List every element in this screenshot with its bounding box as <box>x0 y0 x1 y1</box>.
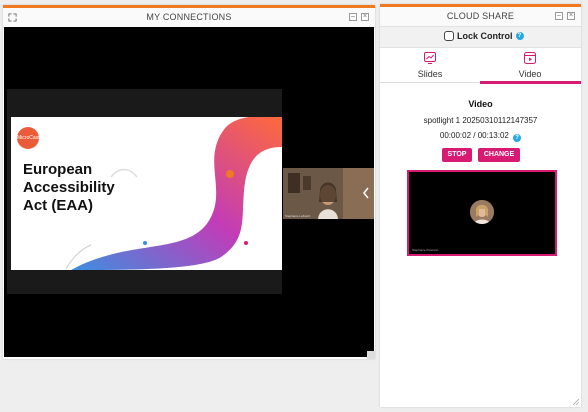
video-preview[interactable]: Stephanie Peterson <box>407 170 557 256</box>
lock-control-bar: Lock Control ? <box>380 27 581 48</box>
my-connections-window: MY CONNECTIONS – × MicroCast European Ac… <box>3 5 375 359</box>
video-heading: Video <box>468 99 493 109</box>
stop-button[interactable]: STOP <box>442 148 472 162</box>
tab-label: Slides <box>417 69 443 79</box>
slide-title: European Accessibility Act (EAA) <box>23 161 115 215</box>
video-play-icon <box>524 52 536 64</box>
tab-video[interactable]: Video <box>480 48 580 82</box>
window-title: CLOUD SHARE <box>446 11 515 21</box>
video-filename: spotlight 1 20250310112147357 <box>423 116 538 125</box>
my-connections-titlebar[interactable]: MY CONNECTIONS – × <box>3 8 375 28</box>
slides-chart-icon <box>424 52 436 64</box>
help-icon[interactable]: ? <box>513 134 522 142</box>
slide-title-line: Accessibility <box>23 179 115 196</box>
shared-slide: MicroCast European Accessibility Act (EA… <box>11 117 282 270</box>
preview-participant-name: Stephanie Peterson <box>412 248 439 252</box>
slide-title-line: Act (EAA) <box>23 197 93 214</box>
avatar <box>470 200 494 224</box>
cloud-share-titlebar[interactable]: CLOUD SHARE – × <box>380 7 581 27</box>
video-time: 00:00:02 / 00:13:02 ? <box>380 131 581 142</box>
help-icon[interactable]: ? <box>515 32 524 40</box>
lock-control-label: Lock Control <box>457 31 513 41</box>
minimize-button[interactable]: – <box>555 12 563 20</box>
change-button[interactable]: CHANGE <box>478 148 520 162</box>
resize-grip[interactable] <box>367 351 375 359</box>
participant-thumbnail[interactable]: Stephanie Leftwich <box>283 168 374 219</box>
shared-slide-frame: MicroCast European Accessibility Act (EA… <box>7 89 282 294</box>
slide-title-line: European <box>23 161 93 178</box>
cloud-share-window: CLOUD SHARE – × Lock Control ? Slides Vi… <box>380 4 581 407</box>
close-button[interactable]: × <box>361 13 369 21</box>
window-title: MY CONNECTIONS <box>146 12 232 22</box>
participant-video-icon <box>283 168 374 219</box>
participant-name: Stephanie Leftwich <box>285 214 311 218</box>
brand-logo: MicroCast <box>17 127 40 149</box>
tab-slides[interactable]: Slides <box>380 48 480 82</box>
tab-label: Video <box>518 69 542 79</box>
lock-control[interactable]: Lock Control ? <box>444 31 524 41</box>
connections-stage: MicroCast European Accessibility Act (EA… <box>4 27 374 357</box>
close-button[interactable]: × <box>567 12 575 20</box>
lock-control-checkbox[interactable] <box>444 31 454 41</box>
minimize-button[interactable]: – <box>349 13 357 21</box>
person-avatar-icon <box>470 200 494 224</box>
video-time-text: 00:00:02 / 00:13:02 <box>439 131 509 140</box>
active-tab-indicator <box>480 81 581 84</box>
share-tabs: Slides Video <box>380 48 581 84</box>
resize-grip-icon[interactable] <box>573 399 579 405</box>
